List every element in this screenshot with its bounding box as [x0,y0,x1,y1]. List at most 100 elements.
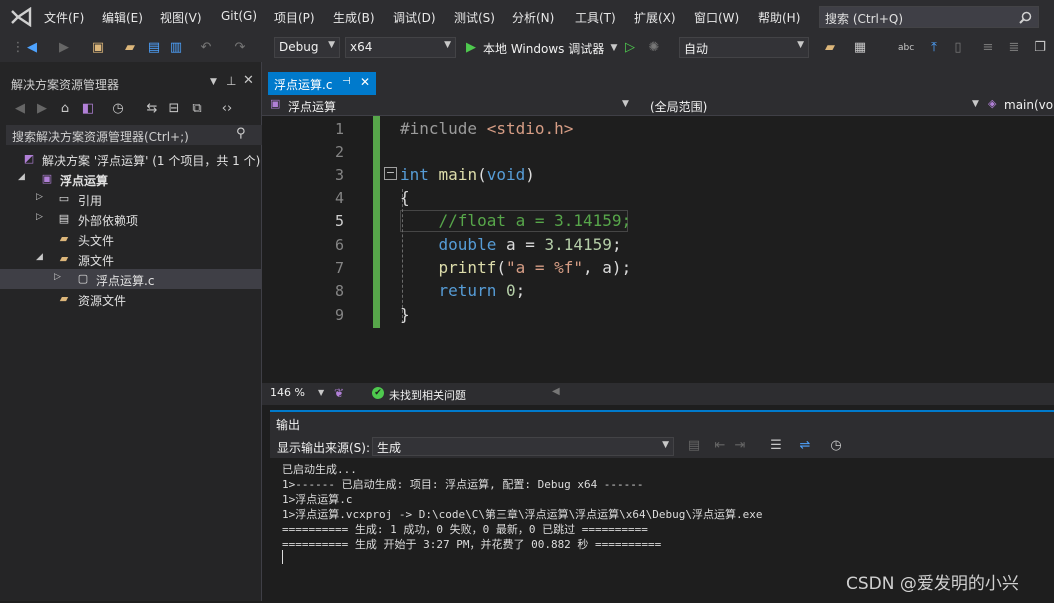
auto-select[interactable]: 自动 ▼ [679,37,809,58]
tree-project[interactable]: ◢ ▣ 浮点运算 [0,169,262,189]
back-icon[interactable]: ◀ [24,40,40,56]
bookmark-icon[interactable]: ❐ [1032,40,1048,56]
run-icon[interactable]: ▶ [463,40,479,56]
collapsed-arrow-icon[interactable]: ▷ [36,212,43,222]
next-message-icon[interactable]: ⇥ [732,438,748,454]
forward-icon[interactable]: ▶ [56,40,72,56]
code-line-7[interactable]: printf("a = %f", a); [400,258,632,277]
tree-external-deps[interactable]: ▷ ▤ 外部依赖项 [0,209,262,229]
document-tab-strip [262,62,1054,95]
solution-search-box[interactable]: 搜索解决方案资源管理器(Ctrl+;) ⚲ [6,125,262,145]
outline-guide [402,189,403,323]
code-line-9[interactable]: } [400,305,410,324]
configuration-select[interactable]: Debug ▼ [274,37,340,58]
menu-edit[interactable]: 编辑(E) [102,9,143,26]
run-without-debug-icon[interactable]: ▷ [622,40,638,56]
clock-icon[interactable]: ◷ [828,438,844,454]
line-number: 1 [334,120,344,138]
previous-message-icon[interactable]: ⇤ [712,438,728,454]
search-box[interactable]: 搜索 (Ctrl+Q) [819,6,1039,28]
find-message-icon[interactable]: ▤ [686,438,702,454]
expanded-arrow-icon[interactable]: ◢ [18,172,25,182]
tree-resource-files[interactable]: ▰ 资源文件 [0,289,262,309]
nav-file-select[interactable]: ▣ 浮点运算 ▼ [270,96,630,114]
code-view-icon[interactable]: ‹› [219,101,235,117]
code-editor[interactable]: − [262,116,1054,382]
collapse-icon[interactable]: − [384,167,397,180]
code-line-4[interactable]: { [400,188,410,207]
tree-solution[interactable]: ◩ 解决方案 '浮点运算' (1 个项目，共 1 个) [0,149,262,169]
start-debugger-button[interactable]: 本地 Windows 调试器 [483,40,604,57]
tree-source-file-selected[interactable]: ▷ ▢ 浮点运算.c [0,269,262,289]
copilot-icon[interactable]: ❦ [334,386,344,400]
menu-file[interactable]: 文件(F) [44,9,84,26]
pin-icon[interactable]: ⊥ [226,74,236,88]
menu-test[interactable]: 测试(S) [454,9,495,26]
tab-source-file[interactable]: 浮点运算.c ⊣ ✕ [268,72,376,95]
menu-help[interactable]: 帮助(H) [758,9,800,26]
spell-check-icon[interactable]: abc [898,40,914,56]
menu-project[interactable]: 项目(P) [274,9,315,26]
forward-icon[interactable]: ▶ [34,101,50,117]
collapsed-arrow-icon[interactable]: ▷ [54,272,61,282]
save-all-icon[interactable]: ▥ [168,40,184,56]
redo-icon[interactable]: ↷ [232,40,248,56]
scroll-left-icon[interactable]: ◀ [552,386,560,397]
issues-status[interactable]: 未找到相关问题 [389,387,466,403]
switch-views-icon[interactable]: ◧ [80,101,96,117]
visual-studio-logo-icon[interactable] [10,6,32,28]
tree-header-files[interactable]: ▰ 头文件 [0,229,262,249]
cursor-icon[interactable]: ⤒ [926,40,942,56]
undo-icon[interactable]: ↶ [198,40,214,56]
window-layout-icon[interactable]: ▦ [852,40,868,56]
uncomment-lines-icon[interactable]: ≣ [1006,40,1022,56]
sync-icon[interactable]: ⇆ [144,101,160,117]
menu-tools[interactable]: 工具(T) [575,9,616,26]
close-icon[interactable]: ✕ [360,75,370,89]
show-all-files-icon[interactable]: ⧉ [189,101,205,117]
menu-analyze[interactable]: 分析(N) [512,9,554,26]
close-icon[interactable]: ✕ [243,73,254,88]
menu-window[interactable]: 窗口(W) [694,9,739,26]
collapsed-arrow-icon[interactable]: ▷ [36,192,43,202]
menu-git[interactable]: Git(G) [221,9,257,23]
code-line-8[interactable]: return 0; [400,281,526,300]
save-icon[interactable]: ▤ [146,40,162,56]
menu-debug[interactable]: 调试(D) [393,9,436,26]
expanded-arrow-icon[interactable]: ◢ [36,252,43,262]
pin-icon[interactable]: ⊣ [342,76,351,87]
platform-select[interactable]: x64 ▼ [345,37,456,58]
back-icon[interactable]: ◀ [12,101,28,117]
comment-lines-icon[interactable]: ≡ [980,40,996,56]
tree-references[interactable]: ▷ ▭ 引用 [0,189,262,209]
hot-reload-icon[interactable]: ✺ [646,40,662,56]
search-icon: ⚲ [236,126,246,141]
chevron-down-icon: ▼ [972,99,979,109]
open-folder-icon[interactable]: ▰ [122,40,138,56]
nav-scope-select[interactable]: (全局范围) ▼ [642,96,982,114]
tree-source-files[interactable]: ◢ ▰ 源文件 [0,249,262,269]
word-wrap-icon[interactable]: ⇌ [797,438,813,454]
zoom-select[interactable]: 146 % ▼ [270,385,326,402]
clear-all-icon[interactable]: ☰ [768,438,784,454]
chevron-down-icon[interactable]: ▼ [606,40,622,56]
nav-function-select[interactable]: ◈ main(voi [988,96,1054,114]
pending-changes-icon[interactable]: ◷ [110,101,126,117]
menu-view[interactable]: 视图(V) [160,9,202,26]
code-line-1[interactable]: #include <stdio.h> [400,119,573,138]
collapse-all-icon[interactable]: ⊟ [166,101,182,117]
chevron-down-icon[interactable]: ▼ [210,77,217,87]
folder-view-icon[interactable]: ▰ [822,40,838,56]
code-line-5[interactable]: //float a = 3.14159; [400,211,632,230]
indent-icon[interactable]: ▯ [950,40,966,56]
code-line-3[interactable]: int main(void) [400,165,535,184]
code-line-6[interactable]: double a = 3.14159; [400,235,622,254]
new-project-icon[interactable]: ▣ [90,40,106,56]
references-icon: ▭ [58,192,70,205]
menu-build[interactable]: 生成(B) [333,9,375,26]
output-source-select[interactable]: 生成 ▼ [372,437,674,456]
home-icon[interactable]: ⌂ [57,101,73,117]
nav-scope-value: (全局范围) [650,100,708,114]
menu-extensions[interactable]: 扩展(X) [634,9,676,26]
